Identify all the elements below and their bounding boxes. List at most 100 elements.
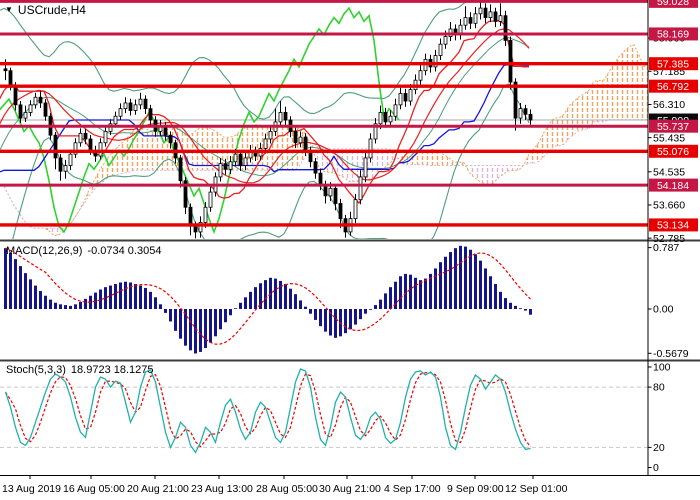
macd-bar bbox=[409, 275, 412, 309]
symbol-dropdown-icon[interactable]: ▼ bbox=[5, 6, 13, 14]
macd-bar bbox=[364, 309, 367, 314]
macd-bar bbox=[169, 309, 172, 321]
macd-bar bbox=[299, 300, 302, 309]
candle-body bbox=[409, 90, 412, 101]
macd-bar bbox=[134, 284, 137, 309]
macd-bar bbox=[249, 292, 252, 309]
macd-bar bbox=[44, 296, 47, 309]
candle-body bbox=[229, 162, 232, 170]
candle-body bbox=[494, 12, 497, 21]
macd-bar bbox=[4, 248, 7, 309]
macd-bar bbox=[189, 309, 192, 350]
macd-bar bbox=[334, 309, 337, 338]
price-level-label: 57.385 bbox=[657, 58, 689, 70]
date-label: 30 Aug 21:00 bbox=[319, 483, 381, 495]
candle-body bbox=[144, 99, 147, 108]
macd-bar bbox=[64, 305, 67, 309]
candle-body bbox=[404, 93, 407, 101]
macd-bar bbox=[294, 294, 297, 309]
macd-pane bbox=[4, 246, 532, 354]
macd-bar bbox=[519, 308, 522, 309]
panel-separator bbox=[0, 240, 700, 242]
candle-body bbox=[39, 97, 42, 103]
macd-bar bbox=[209, 309, 212, 343]
candle-body bbox=[149, 109, 152, 120]
candle-body bbox=[484, 8, 487, 17]
macd-bar bbox=[94, 293, 97, 309]
date-label: 12 Sep 01:00 bbox=[505, 483, 568, 495]
candle-body bbox=[269, 131, 272, 139]
macd-bar bbox=[199, 309, 202, 352]
price-level-label: 56.792 bbox=[657, 81, 689, 93]
candle-body bbox=[384, 112, 387, 121]
stoch-values: 18.9723 18.1275 bbox=[71, 364, 154, 376]
candle-body bbox=[304, 137, 307, 150]
macd-bar bbox=[514, 306, 517, 309]
candle-body bbox=[394, 105, 397, 116]
macd-bar bbox=[274, 279, 277, 309]
macd-bar bbox=[469, 250, 472, 309]
stoch-tick-label: 0 bbox=[653, 462, 659, 474]
macd-bar bbox=[434, 268, 437, 309]
macd-bar bbox=[159, 304, 162, 309]
macd-bar bbox=[369, 309, 372, 310]
macd-bar bbox=[244, 297, 247, 309]
stoch-tick-label: 80 bbox=[653, 382, 665, 394]
macd-bar bbox=[439, 262, 442, 309]
candle-body bbox=[219, 164, 222, 177]
price-tick-label: 53.660 bbox=[653, 200, 685, 212]
macd-bar bbox=[404, 274, 407, 309]
macd-bar bbox=[144, 288, 147, 309]
price-axis: 58.06057.18556.31055.43554.53553.66052.7… bbox=[648, 0, 698, 474]
symbol-label[interactable]: ▼ USCrude,H4 bbox=[5, 3, 86, 17]
macd-bar bbox=[24, 273, 27, 309]
ichimoku-cloud bbox=[4, 45, 659, 236]
candle-body bbox=[464, 18, 467, 26]
stoch-tick-label: 100 bbox=[653, 362, 671, 374]
price-level-label: 59.028 bbox=[657, 0, 689, 8]
macd-bar bbox=[194, 309, 197, 353]
price-level-label: 55.737 bbox=[657, 121, 689, 133]
macd-bar bbox=[344, 309, 347, 333]
candle-body bbox=[44, 103, 47, 116]
stoch-name: Stoch(5,3,3) bbox=[6, 364, 66, 376]
macd-bar bbox=[384, 293, 387, 309]
macd-bar bbox=[34, 286, 37, 309]
macd-bar bbox=[234, 308, 237, 309]
time-axis: 13 Aug 201916 Aug 05:0020 Aug 21:0023 Au… bbox=[2, 476, 568, 496]
candle-body bbox=[34, 97, 37, 105]
candle-body bbox=[209, 192, 212, 207]
candle-body bbox=[54, 135, 57, 158]
bb-upper bbox=[0, 0, 529, 119]
candle-body bbox=[444, 37, 447, 45]
macd-bar bbox=[204, 309, 207, 348]
price-level-label: 53.134 bbox=[657, 220, 689, 232]
candle-body bbox=[224, 164, 227, 170]
candle-body bbox=[179, 158, 182, 181]
stoch-indicator-label: Stoch(5,3,3) 18.9723 18.1275 bbox=[6, 364, 154, 376]
macd-bar bbox=[239, 303, 242, 309]
macd-bar bbox=[319, 309, 322, 326]
macd-bar bbox=[229, 309, 232, 315]
candle-body bbox=[389, 116, 392, 122]
stoch-pane bbox=[0, 369, 648, 452]
candle-body bbox=[99, 143, 102, 156]
macd-bar bbox=[529, 309, 532, 315]
price-pane bbox=[0, 0, 659, 321]
macd-bar bbox=[49, 300, 52, 309]
macd-bar bbox=[19, 266, 22, 309]
candle-body bbox=[529, 114, 532, 120]
macd-bar bbox=[14, 259, 17, 309]
macd-bar bbox=[494, 284, 497, 309]
macd-bar bbox=[84, 299, 87, 309]
macd-bar bbox=[314, 309, 317, 320]
macd-bar bbox=[74, 304, 77, 309]
date-label: 4 Sep 17:00 bbox=[384, 483, 441, 495]
candle-body bbox=[509, 40, 512, 82]
candle-body bbox=[364, 158, 367, 177]
candle-body bbox=[119, 109, 122, 117]
candle-body bbox=[194, 226, 197, 232]
macd-bar bbox=[109, 286, 112, 309]
candle-body bbox=[4, 69, 7, 71]
cloud-fill bbox=[469, 165, 524, 187]
